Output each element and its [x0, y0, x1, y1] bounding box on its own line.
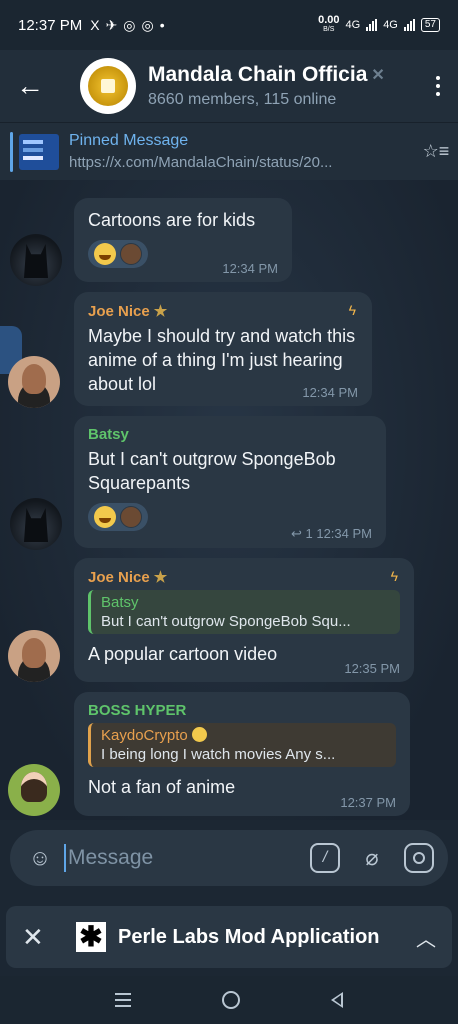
camera-icon[interactable] — [404, 843, 434, 873]
smirk-emoji-icon — [191, 727, 207, 742]
reaction-chip[interactable] — [88, 240, 148, 268]
close-icon[interactable]: ✕ — [22, 922, 52, 953]
x-app-icon: X — [90, 17, 100, 33]
quoted-text: But I can't outgrow SpongeBob Squ... — [101, 613, 351, 630]
star-icon: ★ — [153, 303, 168, 320]
avatar[interactable] — [8, 630, 60, 682]
reply-count[interactable]: 1 — [305, 526, 312, 541]
message-time: 12:34 PM — [302, 385, 358, 400]
message-bubble[interactable]: Batsy But I can't outgrow SpongeBob Squa… — [74, 416, 386, 548]
home-icon[interactable] — [221, 991, 240, 1009]
boost-icon: ϟ — [348, 302, 356, 318]
status-bar: 12:37 PM X ✈ ◎ ◎ • 0.00 B/S 4G 4G 57 — [0, 0, 458, 50]
message-list[interactable]: Cartoons are for kids 12:34 PM Joe Nice … — [0, 180, 458, 820]
reply-arrow-icon: ↩ — [290, 526, 302, 541]
star-icon: ★ — [153, 569, 168, 586]
message-composer: ☺ Message / ⌀ — [10, 830, 448, 886]
more-notifications-icon: • — [159, 17, 165, 33]
group-avatar[interactable] — [80, 58, 136, 114]
message-text: Cartoons are for kids — [88, 210, 256, 230]
reaction-chip[interactable] — [88, 503, 148, 531]
quoted-reply[interactable]: KaydoCrypto I being long I watch movies … — [88, 723, 396, 767]
message-bubble[interactable]: Joe Nice ★ ϟ Batsy But I can't outgrow S… — [74, 558, 414, 682]
message-time: 12:37 PM — [340, 795, 396, 810]
app-logo: ✱ — [76, 922, 106, 952]
pinned-list-icon[interactable]: ☆≡ — [414, 141, 458, 162]
header-info[interactable]: Mandala Chain Officia ✕ 8660 members, 11… — [148, 63, 418, 109]
whatsapp-icon: ◎ — [123, 16, 136, 33]
message-time: 12:34 PM — [316, 526, 372, 541]
network-type-2: 4G — [383, 19, 398, 31]
muted-icon: ✕ — [371, 67, 385, 84]
chat-header: ← Mandala Chain Officia ✕ 8660 members, … — [0, 50, 458, 122]
avatar — [120, 243, 142, 265]
pinned-indicator — [10, 131, 13, 172]
pinned-title: Pinned Message — [69, 132, 189, 149]
net-speed: 0.00 B/S — [318, 14, 340, 34]
attach-icon[interactable]: ⌀ — [356, 842, 388, 874]
message-bubble[interactable]: Cartoons are for kids 12:34 PM — [74, 198, 292, 282]
system-nav-bar — [0, 976, 458, 1024]
sender-name[interactable]: BOSS HYPER — [88, 702, 396, 719]
message-bubble[interactable]: BOSS HYPER KaydoCrypto I being long I wa… — [74, 692, 410, 816]
avatar[interactable] — [8, 764, 60, 816]
recent-apps-icon[interactable] — [115, 993, 132, 1007]
quoted-sender: KaydoCrypto — [101, 727, 386, 744]
boost-icon: ϟ — [390, 568, 398, 584]
pinned-message-bar[interactable]: Pinned Message https://x.com/MandalaChai… — [0, 122, 458, 180]
message-meta: ↩ 1 12:34 PM — [291, 526, 372, 542]
notification-icons: X ✈ ◎ ◎ • — [90, 17, 164, 34]
sender-name[interactable]: Joe Nice ★ — [88, 302, 358, 321]
pinned-url: https://x.com/MandalaChain/status/20... — [69, 154, 333, 171]
avatar[interactable] — [8, 356, 60, 408]
sender-name[interactable]: Joe Nice ★ — [88, 568, 400, 587]
avatar[interactable] — [10, 234, 62, 286]
back-icon[interactable] — [330, 992, 343, 1008]
quoted-reply[interactable]: Batsy But I can't outgrow SpongeBob Squ.… — [88, 590, 400, 634]
more-options-icon[interactable] — [418, 76, 458, 96]
signal-icon — [366, 19, 378, 31]
quoted-sender: Batsy — [101, 594, 139, 611]
signal-icon — [403, 19, 415, 31]
message-time: 12:35 PM — [344, 661, 400, 676]
mandala-coin-icon — [88, 66, 128, 106]
message-input[interactable]: Message — [64, 844, 300, 872]
laughing-emoji-icon — [94, 506, 116, 528]
whatsapp-icon: ◎ — [141, 16, 154, 33]
laughing-emoji-icon — [94, 243, 116, 265]
emoji-icon[interactable]: ☺ — [24, 842, 56, 874]
battery-icon: 57 — [420, 18, 440, 32]
mini-app-bar[interactable]: ✕ ✱ Perle Labs Mod Application ︿ — [6, 906, 452, 968]
back-arrow-icon[interactable]: ← — [0, 50, 60, 122]
chevron-up-icon[interactable]: ︿ — [416, 923, 436, 952]
message-time: 12:34 PM — [222, 261, 278, 276]
bot-commands-icon[interactable]: / — [310, 843, 340, 873]
quoted-text: I being long I watch movies Any s... — [101, 746, 336, 763]
avatar[interactable] — [10, 498, 62, 550]
telegram-icon: ✈ — [105, 16, 118, 33]
avatar — [120, 506, 142, 528]
message-text: But I can't outgrow SpongeBob Squarepant… — [88, 449, 336, 493]
group-title: Mandala Chain Officia ✕ — [148, 63, 385, 86]
sender-name[interactable]: Batsy — [88, 426, 372, 443]
member-count: 8660 members, 115 online — [148, 91, 337, 108]
network-type-1: 4G — [345, 19, 361, 31]
mini-app-name: Perle Labs Mod Application — [118, 925, 380, 948]
status-time: 12:37 PM — [18, 16, 83, 34]
pinned-thumbnail — [19, 133, 59, 170]
message-bubble[interactable]: Joe Nice ★ ϟ Maybe I should try and watc… — [74, 292, 372, 406]
